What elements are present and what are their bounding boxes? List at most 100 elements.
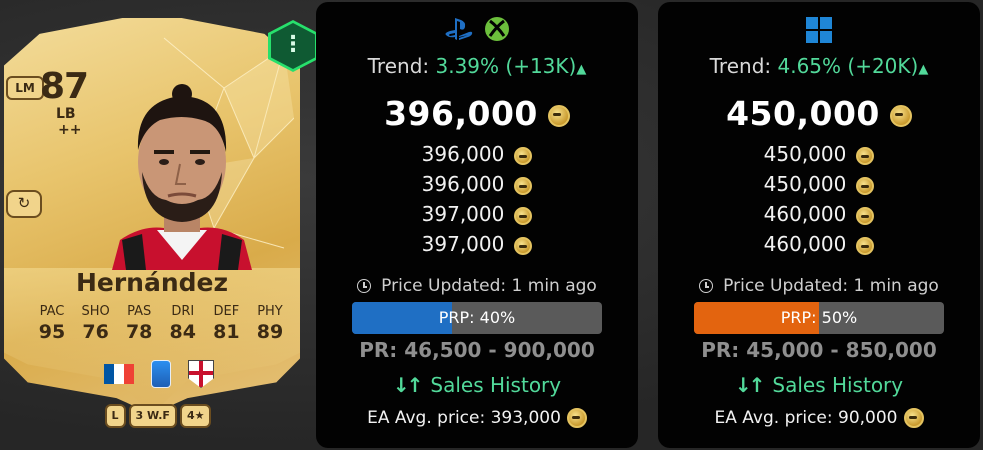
price-value: 450,000 bbox=[763, 142, 847, 166]
ea-average-text: EA Avg. price: 393,000 bbox=[367, 408, 561, 428]
prp-bar: PRP: 50% bbox=[694, 302, 944, 334]
lowest-bin-price: 396,000 bbox=[384, 94, 538, 133]
stat-label: DRI bbox=[171, 304, 195, 319]
price-row: 450,000 bbox=[658, 142, 980, 172]
stat-value: 95 bbox=[38, 321, 66, 343]
price-row: 460,000 bbox=[658, 232, 980, 262]
stat-label: DEF bbox=[213, 304, 240, 319]
trend-label: Trend: bbox=[367, 54, 430, 78]
coin-icon bbox=[903, 408, 924, 428]
platform-icons bbox=[658, 16, 980, 46]
player-portrait bbox=[112, 84, 252, 270]
vertical-dots-icon: ⋮ bbox=[271, 23, 315, 69]
stat-value: 84 bbox=[169, 321, 196, 343]
platform-icons bbox=[316, 16, 638, 46]
price-row: 396,000 bbox=[316, 142, 638, 172]
position-badge: LM bbox=[6, 76, 44, 100]
main-price: 396,000 bbox=[316, 94, 638, 133]
trend-value: 3.39% (+13K) bbox=[435, 54, 577, 78]
stat-def: DEF 81 bbox=[206, 304, 246, 343]
price-row: 397,000 bbox=[316, 232, 638, 262]
coin-icon bbox=[856, 146, 875, 165]
trend: Trend: 4.65% (+20K)▲ bbox=[658, 54, 980, 78]
price-value: 450,000 bbox=[763, 172, 847, 196]
ea-average-price: EA Avg. price: 393,000 bbox=[316, 408, 638, 428]
price-updated: Price Updated: 1 min ago bbox=[658, 276, 980, 296]
prp-label: PRP: 50% bbox=[780, 308, 858, 327]
price-range: PR: 45,000 - 850,000 bbox=[701, 338, 937, 362]
stat-label: PAS bbox=[127, 304, 152, 319]
coin-icon bbox=[889, 104, 912, 127]
price-list: 396,000 396,000 397,000 397,000 bbox=[316, 142, 638, 262]
stat-value: 78 bbox=[125, 321, 153, 343]
main-price: 450,000 bbox=[658, 94, 980, 133]
price-value: 460,000 bbox=[763, 202, 847, 226]
sort-arrows-icon: ↓↑ bbox=[734, 373, 765, 397]
stat-pas: PAS 78 bbox=[119, 304, 159, 343]
windows-icon bbox=[806, 17, 832, 43]
price-updated-text: Price Updated: 1 min ago bbox=[723, 276, 939, 296]
overall-rating: 87 bbox=[40, 66, 89, 107]
stats-row: PAC 95 SHO 76 PAS 78 DRI 84 DEF 81 PHY 8… bbox=[32, 304, 290, 343]
clock-icon bbox=[699, 279, 714, 293]
coin-icon bbox=[856, 236, 875, 255]
stat-value: 81 bbox=[213, 321, 240, 343]
price-row: 460,000 bbox=[658, 202, 980, 232]
card-chips: L 3 W.F 4★ bbox=[102, 404, 214, 428]
role-icon: ↻ bbox=[6, 190, 42, 218]
price-row: 450,000 bbox=[658, 172, 980, 202]
sales-history-label: Sales History bbox=[772, 373, 904, 397]
stat-phy: PHY 89 bbox=[250, 304, 290, 343]
coin-icon bbox=[514, 236, 533, 255]
clock-icon bbox=[357, 279, 372, 293]
stat-label: PAC bbox=[39, 304, 65, 319]
badges-row bbox=[104, 360, 214, 388]
stat-label: PHY bbox=[257, 304, 283, 319]
coin-icon bbox=[514, 206, 533, 225]
alt-position: LB bbox=[56, 106, 76, 122]
price-list: 450,000 450,000 460,000 460,000 bbox=[658, 142, 980, 262]
prp-label: PRP: 40% bbox=[438, 308, 516, 327]
pc-price-panel: Trend: 4.65% (+20K)▲ 450,000 450,000 450… bbox=[658, 2, 980, 448]
coin-icon bbox=[547, 104, 570, 127]
nation-flag-icon bbox=[104, 364, 134, 384]
stat-label: SHO bbox=[81, 304, 110, 319]
trend-label: Trend: bbox=[709, 54, 772, 78]
sales-history-link[interactable]: ↓↑ Sales History bbox=[658, 373, 980, 397]
price-updated-text: Price Updated: 1 min ago bbox=[381, 276, 597, 296]
stat-pac: PAC 95 bbox=[32, 304, 72, 343]
skill-moves-chip: 4★ bbox=[179, 404, 212, 428]
club-crest-icon bbox=[188, 360, 214, 388]
playstation-icon bbox=[445, 18, 473, 40]
price-value: 397,000 bbox=[421, 202, 505, 226]
player-name: Hernández bbox=[75, 268, 229, 297]
alt-position-plus: ++ bbox=[58, 122, 82, 138]
preferred-foot-chip: L bbox=[104, 404, 126, 428]
console-price-panel: Trend: 3.39% (+13K)▲ 396,000 396,000 396… bbox=[316, 2, 638, 448]
price-updated: Price Updated: 1 min ago bbox=[316, 276, 638, 296]
xbox-icon bbox=[485, 17, 509, 41]
trend-value: 4.65% (+20K) bbox=[777, 54, 919, 78]
league-badge-icon bbox=[151, 360, 171, 388]
stat-value: 76 bbox=[82, 321, 109, 343]
coin-icon bbox=[566, 408, 587, 428]
ea-average-text: EA Avg. price: 90,000 bbox=[714, 408, 898, 428]
trend: Trend: 3.39% (+13K)▲ bbox=[316, 54, 638, 78]
trend-up-icon: ▲ bbox=[576, 62, 587, 77]
price-row: 397,000 bbox=[316, 202, 638, 232]
price-value: 396,000 bbox=[421, 142, 505, 166]
sales-history-link[interactable]: ↓↑ Sales History bbox=[316, 373, 638, 397]
weak-foot-chip: 3 W.F bbox=[128, 404, 177, 428]
price-value: 396,000 bbox=[421, 172, 505, 196]
price-range: PR: 46,500 - 900,000 bbox=[359, 338, 595, 362]
lowest-bin-price: 450,000 bbox=[726, 94, 880, 133]
price-value: 397,000 bbox=[421, 232, 505, 256]
coin-icon bbox=[856, 176, 875, 195]
stat-sho: SHO 76 bbox=[76, 304, 116, 343]
coin-icon bbox=[514, 176, 533, 195]
player-card[interactable]: LM 87 LB ++ ↻ Hernández PAC 95 SHO 76 PA… bbox=[4, 18, 300, 428]
trend-up-icon: ▲ bbox=[918, 62, 929, 77]
coin-icon bbox=[856, 206, 875, 225]
coin-icon bbox=[514, 146, 533, 165]
stat-value: 89 bbox=[256, 321, 284, 343]
